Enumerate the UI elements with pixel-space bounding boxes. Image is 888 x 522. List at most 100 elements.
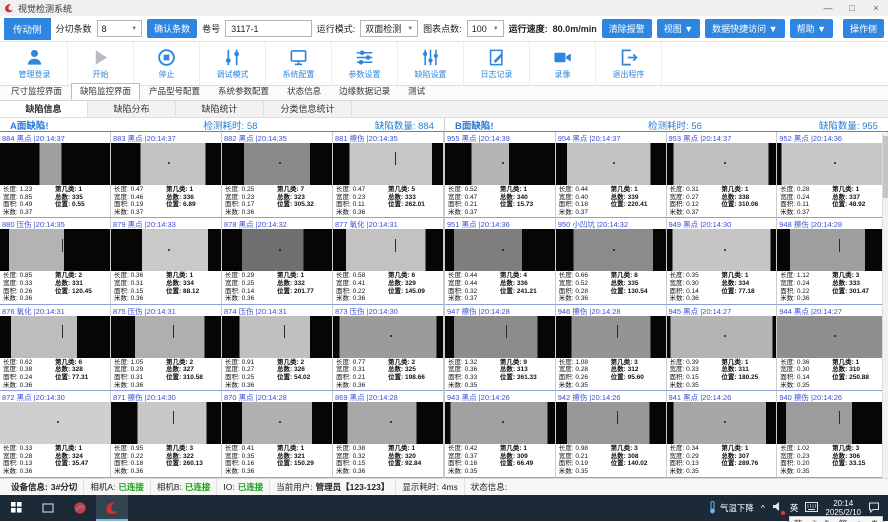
defect-cell[interactable]: 943 黑点 |20:14:26 长度: 0.42 宽度: 0.37 面积: 0… [445,391,556,477]
defect-cell[interactable]: 880 压伤 |20:14:35 长度: 0.85 宽度: 0.33 面积: 0… [0,218,111,304]
minimize-button[interactable]: — [816,0,840,16]
subtab-1[interactable]: 缺陷分布 [88,101,176,117]
weather-widget[interactable]: 气温下降 [708,501,754,514]
system-config-button[interactable]: 系统配置 [266,42,332,85]
defect-cell-header: 953 黑点 |20:14:37 [667,132,777,143]
start-button[interactable]: 开始 [68,42,134,85]
ime-english-mode[interactable]: 英 [793,517,803,522]
defect-settings-button[interactable]: 缺陷设置 [398,42,464,85]
touch-keyboard-icon[interactable] [805,502,818,514]
defect-cell[interactable]: 882 黑点 |20:14:35 长度: 0.25 宽度: 0.23 面积: 0… [222,132,333,218]
defect-cell[interactable]: 879 黑点 |20:14:33 长度: 0.36 宽度: 0.31 面积: 0… [111,218,222,304]
admin-login-button[interactable]: 管理登录 [2,42,68,85]
slit-count-select[interactable]: 8▼ [97,20,143,37]
start-button[interactable] [0,495,32,521]
maximize-button[interactable]: □ [840,0,864,16]
chart-points-select[interactable]: 100▼ [467,20,504,37]
ime-simplified-mode[interactable]: 简 [838,517,848,522]
tab-5[interactable]: 边缘数据记录 [330,83,399,100]
ime-emoji-icon[interactable]: ☺ [854,519,864,522]
tab-6[interactable]: 测试 [399,83,434,100]
defect-cell[interactable]: 942 擦伤 |20:14:26 长度: 0.98 宽度: 0.21 面积: 0… [556,391,667,477]
defect-cell[interactable]: 945 黑点 |20:14:27 长度: 0.39 宽度: 0.33 面积: 0… [667,305,778,391]
tray-expand-chevron[interactable]: ^ [761,503,765,513]
defect-cell-header: 945 黑点 |20:14:27 [667,305,777,316]
tab-2[interactable]: 产品型号配置 [140,83,209,100]
defect-metadata: 长度: 1.02 宽度: 0.23 面积: 0.20 米数: 0.35 第几类:… [777,444,887,476]
defect-cell[interactable]: 944 黑点 |20:14:27 长度: 0.36 宽度: 0.30 面积: 0… [777,305,888,391]
defect-mark [173,411,174,424]
action-center-icon[interactable] [868,501,880,515]
defect-cell[interactable]: 955 黑点 |20:14:39 长度: 0.52 宽度: 0.47 面积: 0… [445,132,556,218]
defect-metadata: 长度: 0.35 宽度: 0.30 面积: 0.14 米数: 0.36 第几类:… [667,271,777,303]
defect-cell[interactable]: 884 黑点 |20:14:37 长度: 1.23 宽度: 0.85 面积: 0… [0,132,111,218]
record-video-button[interactable]: 录像 [530,42,596,85]
defect-cell[interactable]: 947 擦伤 |20:14:28 长度: 1.32 宽度: 0.36 面积: 0… [445,305,556,391]
view-menu-button[interactable]: 视图 ▼ [657,19,700,38]
exit-door-icon [619,48,638,67]
defect-cell[interactable]: 954 黑点 |20:14:37 长度: 0.44 宽度: 0.40 面积: 0… [556,132,667,218]
tab-0[interactable]: 尺寸监控界面 [2,83,71,100]
ime-toolbar[interactable]: 英 ☽ ✎ 简 ☺ ⚙ [789,516,883,522]
task-view-button[interactable] [32,495,64,521]
log-record-button[interactable]: 日志记录 [464,42,530,85]
scrollbar-thumb[interactable] [883,136,888,198]
defect-cell[interactable]: 946 擦伤 |20:14:28 长度: 1.08 宽度: 0.28 面积: 0… [556,305,667,391]
taskbar-clock[interactable]: 20:14 2025/2/10 [825,499,861,517]
defect-cell[interactable]: 883 黑点 |20:14:37 长度: 0.47 宽度: 0.46 面积: 0… [111,132,222,218]
defect-cell[interactable]: 872 黑点 |20:14:30 长度: 0.33 宽度: 0.28 面积: 0… [0,391,111,477]
defect-cell[interactable]: 878 黑点 |20:14:32 长度: 0.29 宽度: 0.25 面积: 0… [222,218,333,304]
defect-cell[interactable]: 948 擦伤 |20:14:28 长度: 1.12 宽度: 0.24 面积: 0… [777,218,888,304]
defect-cell[interactable]: 870 黑点 |20:14:28 长度: 0.41 宽度: 0.35 面积: 0… [222,391,333,477]
subtab-2[interactable]: 缺陷统计 [176,101,264,117]
defect-cell[interactable]: 875 压伤 |20:14:31 长度: 1.05 宽度: 0.29 面积: 0… [111,305,222,391]
clear-alarm-button[interactable]: 清除报警 [602,19,652,38]
tab-1[interactable]: 缺陷监控界面 [71,83,140,100]
defect-mark [724,335,726,337]
volume-icon[interactable] [772,501,783,514]
tab-4[interactable]: 状态信息 [278,83,330,100]
defect-cell[interactable]: 874 压伤 |20:14:31 长度: 0.91 宽度: 0.27 面积: 0… [222,305,333,391]
defect-cell[interactable]: 950 小凹坑 |20:14:32 长度: 0.66 宽度: 0.52 面积: … [556,218,667,304]
current-user-value: 管理员【123-123】 [316,481,390,493]
defect-cell[interactable]: 876 氧化 |20:14:31 长度: 0.62 宽度: 0.38 面积: 0… [0,305,111,391]
defect-cell-header: 944 黑点 |20:14:27 [777,305,887,316]
help-menu-button[interactable]: 帮助 ▼ [790,19,833,38]
ime-moon-icon[interactable]: ☽ [809,519,818,522]
ime-language-indicator[interactable]: 英 [790,502,799,514]
run-mode-select[interactable]: 双面检测▼ [360,20,418,37]
parameter-settings-button[interactable]: 参数设置 [332,42,398,85]
defect-cell[interactable]: 940 擦伤 |20:14:26 长度: 1.02 宽度: 0.23 面积: 0… [777,391,888,477]
ime-pen-icon[interactable]: ✎ [824,519,832,522]
debug-mode-button[interactable]: 调试模式 [200,42,266,85]
defect-cell[interactable]: 951 黑点 |20:14:36 长度: 0.44 宽度: 0.44 面积: 0… [445,218,556,304]
defect-image [445,316,555,358]
defect-cell[interactable]: 881 擦伤 |20:14:35 长度: 0.47 宽度: 0.23 面积: 0… [333,132,444,218]
defect-metadata: 长度: 1.12 宽度: 0.24 面积: 0.22 米数: 0.36 第几类:… [777,271,887,303]
exit-program-button[interactable]: 退出程序 [596,42,662,85]
defect-metadata: 长度: 0.44 宽度: 0.44 面积: 0.32 米数: 0.37 第几类:… [445,271,555,303]
subtab-0[interactable]: 缺陷信息 [0,101,88,117]
taskbar-app-2-active[interactable] [96,495,128,521]
data-quick-access-button[interactable]: 数据快捷访问 ▼ [705,19,784,38]
roll-number-input[interactable]: 3117-1 [225,20,312,37]
defect-cell[interactable]: 952 黑点 |20:14:36 长度: 0.28 宽度: 0.24 面积: 0… [777,132,888,218]
confirm-count-button[interactable]: 确认条数 [147,19,197,38]
taskbar-app-1[interactable] [64,495,96,521]
defect-cell[interactable]: 869 黑点 |20:14:28 长度: 0.38 宽度: 0.32 面积: 0… [333,391,444,477]
defect-cell[interactable]: 949 黑点 |20:14:30 长度: 0.35 宽度: 0.30 面积: 0… [667,218,778,304]
defect-cell[interactable]: 873 压伤 |20:14:30 长度: 0.77 宽度: 0.31 面积: 0… [333,305,444,391]
defect-cell[interactable]: 871 擦伤 |20:14:30 长度: 0.95 宽度: 0.22 面积: 0… [111,391,222,477]
subtab-3[interactable]: 分类信息统计 [264,101,352,117]
close-button[interactable]: × [864,0,888,16]
defect-cell[interactable]: 953 黑点 |20:14:37 长度: 0.31 宽度: 0.27 面积: 0… [667,132,778,218]
defect-cell[interactable]: 941 黑点 |20:14:26 长度: 0.34 宽度: 0.29 面积: 0… [667,391,778,477]
tab-3[interactable]: 系统参数配置 [209,83,278,100]
defect-image [0,316,110,358]
defect-metadata: 长度: 0.52 宽度: 0.47 面积: 0.21 米数: 0.37 第几类:… [445,185,555,217]
vertical-scrollbar[interactable] [882,133,888,478]
ime-settings-icon[interactable]: ⚙ [870,519,879,522]
defect-cell[interactable]: 877 氧化 |20:14:31 长度: 0.58 宽度: 0.41 面积: 0… [333,218,444,304]
operator-side-button[interactable]: 操作侧 [843,19,884,38]
stop-button[interactable]: 停止 [134,42,200,85]
